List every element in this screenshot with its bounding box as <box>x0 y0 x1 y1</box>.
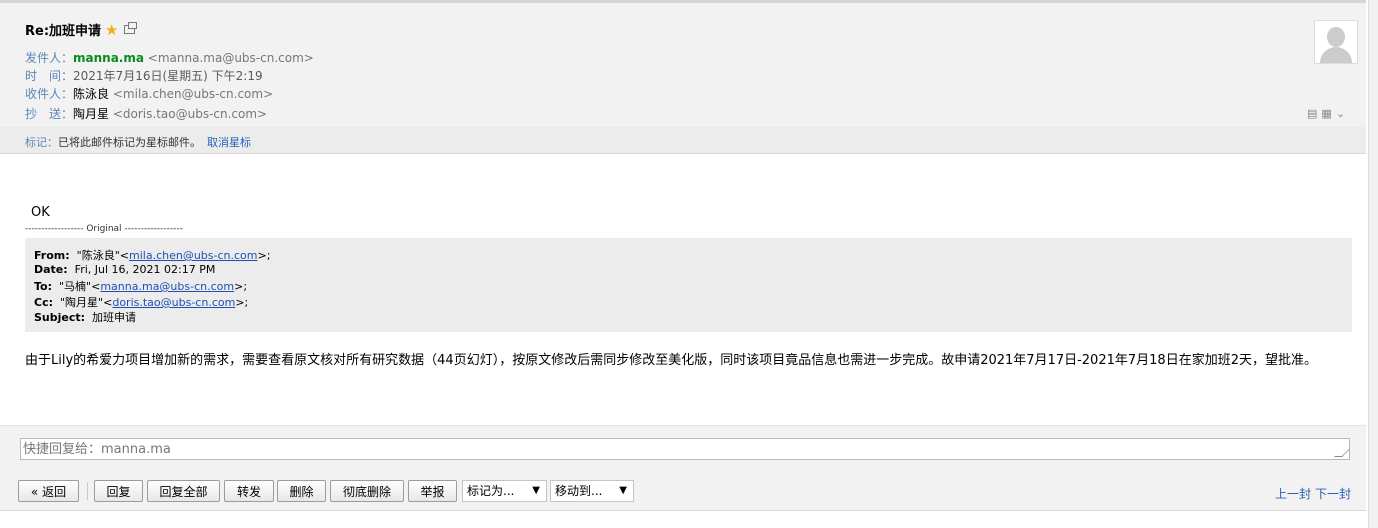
from-label: 发件人： <box>25 51 74 65</box>
time-value: 2021年7月16日(星期五) 下午2:19 <box>73 69 263 83</box>
quote-cc-label: Cc: <box>34 296 53 309</box>
to-label: 收件人： <box>25 87 74 101</box>
quote-to-label: To: <box>34 280 52 293</box>
notice-label: 标记： <box>25 136 58 149</box>
message-body: 由于Lily的希爱力项目增加新的需求，需要查看原文核对所有研究数据（44页幻灯）… <box>25 353 1317 368</box>
quote-from: From: "陈泳良"<mila.chen@ubs-cn.com>; <box>34 247 270 263</box>
delete-button[interactable]: 删除 <box>277 480 326 502</box>
from-name[interactable]: manna.ma <box>73 51 144 65</box>
mark-as-dropdown[interactable]: 标记为... ▼ <box>462 480 547 502</box>
subject-text: Re:加班申请 <box>25 24 102 39</box>
header-actions: ▤ ▦ ⌄ <box>1307 107 1349 120</box>
quote-to-email-link[interactable]: manna.ma@ubs-cn.com <box>100 280 234 293</box>
quote-subject-value: 加班申请 <box>92 311 137 324</box>
quoted-header: From: "陈泳良"<mila.chen@ubs-cn.com>; Date:… <box>25 238 1352 332</box>
cc-address: <doris.tao@ubs-cn.com> <box>112 107 268 121</box>
reply-text: OK <box>31 205 50 220</box>
scrollbar[interactable] <box>1368 0 1378 528</box>
popout-window-icon[interactable] <box>124 22 138 34</box>
note-icon[interactable]: ▤ <box>1307 107 1317 120</box>
resize-grip-icon[interactable] <box>1334 449 1350 457</box>
to-name[interactable]: 陈泳良 <box>73 87 109 101</box>
quote-cc: Cc: "陶月星"<doris.tao@ubs-cn.com>; <box>34 294 248 310</box>
quote-from-name: "陈泳良"< <box>76 249 129 262</box>
back-button[interactable]: « 返回 <box>18 480 79 502</box>
move-to-label: 移动到... <box>555 484 603 498</box>
to-field: 收件人：陈泳良 <mila.chen@ubs-cn.com> <box>25 85 273 102</box>
star-notice-bar: 标记：已将此邮件标记为星标邮件。 取消星标 <box>0 127 1366 153</box>
report-button[interactable]: 举报 <box>408 480 457 502</box>
cc-name[interactable]: 陶月星 <box>73 107 109 121</box>
bottom-toolbar: « 返回 回复 回复全部 转发 删除 彻底删除 举报 标记为... ▼ 移动到..… <box>0 473 1366 511</box>
from-field: 发件人：manna.ma <manna.ma@ubs-cn.com> <box>25 49 314 66</box>
time-field: 时 间：2021年7月16日(星期五) 下午2:19 <box>25 67 263 84</box>
quote-subject: Subject: 加班申请 <box>34 309 136 325</box>
sender-avatar <box>1314 20 1358 64</box>
prev-mail-link[interactable]: 上一封 <box>1275 487 1311 501</box>
chevron-down-icon: ▼ <box>619 485 627 496</box>
next-mail-link[interactable]: 下一封 <box>1315 487 1351 501</box>
quote-from-email-link[interactable]: mila.chen@ubs-cn.com <box>129 249 258 262</box>
quote-from-end: >; <box>257 249 271 262</box>
toolbar-divider <box>87 482 88 500</box>
mail-navigation: 上一封 下一封 <box>1271 485 1351 502</box>
cc-field: 抄 送：陶月星 <doris.tao@ubs-cn.com> <box>25 105 267 122</box>
quote-to: To: "马楠"<manna.ma@ubs-cn.com>; <box>34 278 247 294</box>
quote-to-end: >; <box>234 280 248 293</box>
delete-forever-button[interactable]: 彻底删除 <box>330 480 404 502</box>
reply-button[interactable]: 回复 <box>94 480 143 502</box>
chevron-down-icon: ▼ <box>532 485 540 496</box>
quote-to-name: "马楠"< <box>59 280 101 293</box>
unstar-link[interactable]: 取消星标 <box>207 136 251 149</box>
notice-text: 已将此邮件标记为星标邮件。 <box>58 136 201 149</box>
forward-button[interactable]: 转发 <box>224 480 274 502</box>
expand-chevron-icon[interactable]: ⌄ <box>1336 107 1345 120</box>
from-address: <manna.ma@ubs-cn.com> <box>147 51 314 65</box>
reply-all-button[interactable]: 回复全部 <box>147 480 220 502</box>
quote-subject-label: Subject: <box>34 311 86 324</box>
cc-label: 抄 送： <box>25 107 74 121</box>
star-icon[interactable]: ★ <box>105 21 118 39</box>
to-address: <mila.chen@ubs-cn.com> <box>112 87 274 101</box>
mail-subject: Re:加班申请 ★ <box>25 20 138 39</box>
quote-from-label: From: <box>34 249 70 262</box>
time-label: 时 间： <box>25 69 74 83</box>
quote-date: Date: Fri, Jul 16, 2021 02:17 PM <box>34 263 215 276</box>
quote-date-label: Date: <box>34 263 68 276</box>
quote-date-value: Fri, Jul 16, 2021 02:17 PM <box>74 263 216 276</box>
mark-as-label: 标记为... <box>467 484 515 498</box>
quote-cc-name: "陶月星"< <box>60 296 113 309</box>
quote-cc-email-link[interactable]: doris.tao@ubs-cn.com <box>112 296 235 309</box>
quick-reply-input[interactable]: 快捷回复给：manna.ma <box>20 438 1350 460</box>
quote-cc-end: >; <box>235 296 249 309</box>
original-separator: ------------------ Original ------------… <box>25 224 183 234</box>
quick-reply-area: 快捷回复给：manna.ma <box>0 425 1366 474</box>
move-to-dropdown[interactable]: 移动到... ▼ <box>550 480 634 502</box>
star-notice: 标记：已将此邮件标记为星标邮件。 取消星标 <box>25 134 251 150</box>
print-icon[interactable]: ▦ <box>1321 107 1331 120</box>
